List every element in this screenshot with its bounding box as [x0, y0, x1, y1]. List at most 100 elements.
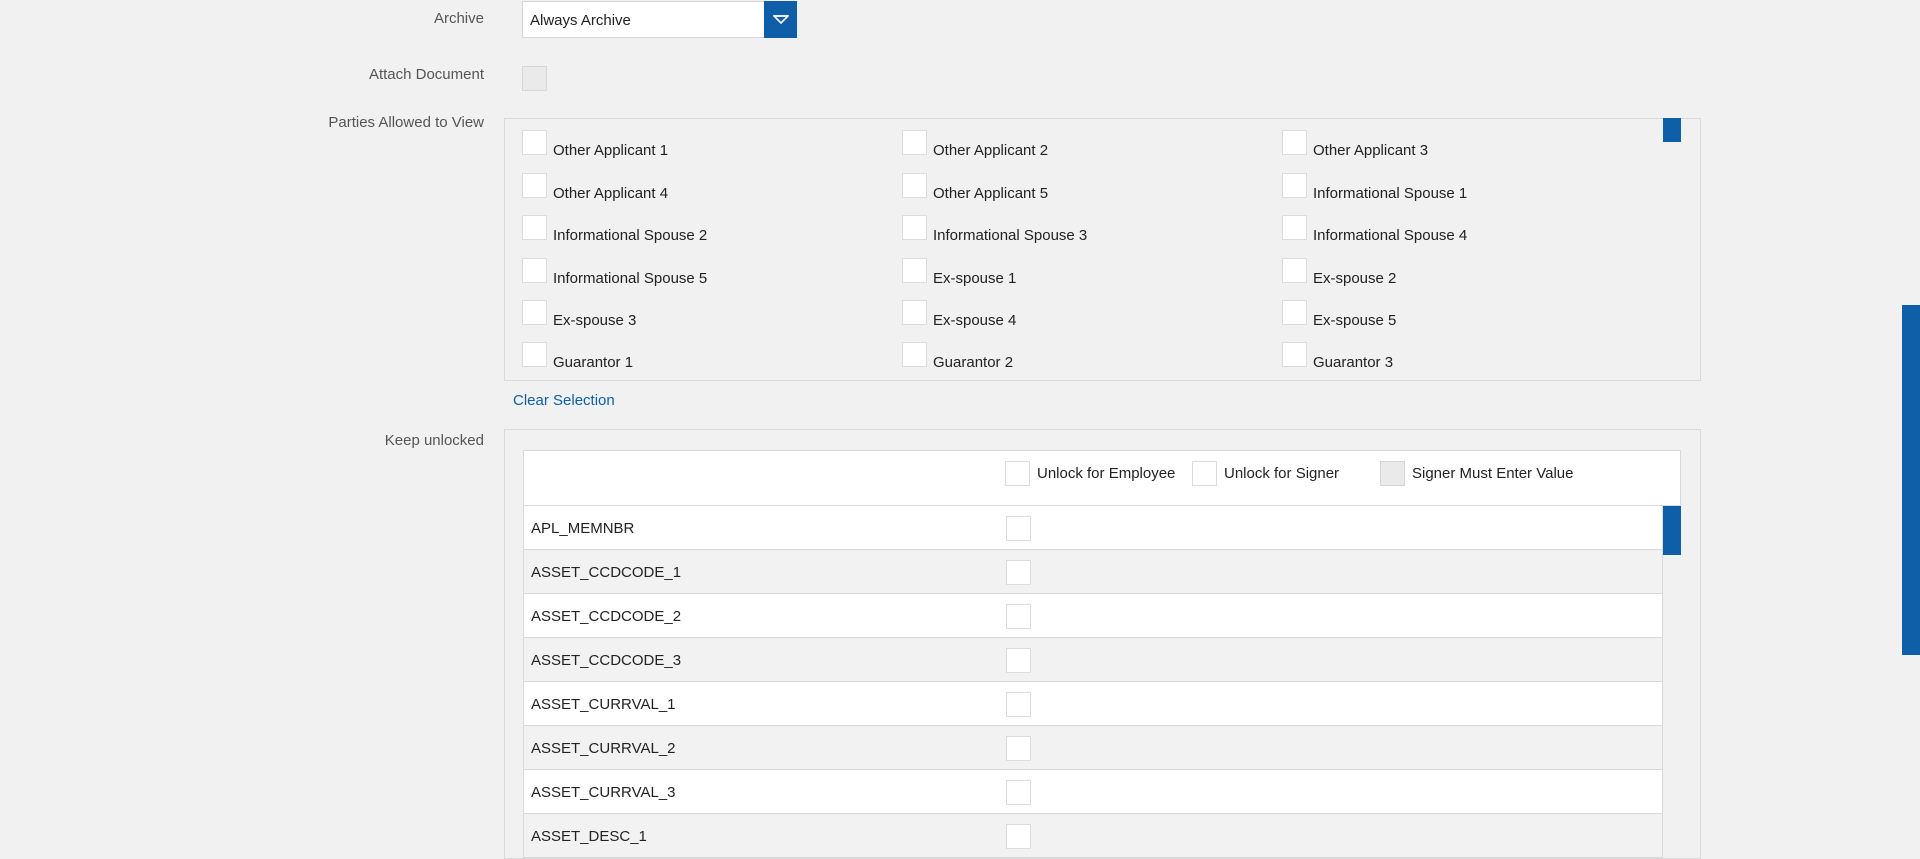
party-option[interactable]: Guarantor 2 [902, 341, 1014, 371]
party-checkbox[interactable] [1282, 300, 1307, 325]
party-label: Other Applicant 2 [933, 142, 1049, 159]
party-option[interactable]: Other Applicant 3 [1282, 129, 1429, 159]
party-label: Other Applicant 5 [933, 185, 1049, 202]
party-label: Informational Spouse 2 [553, 227, 708, 244]
field-name: ASSET_DESC_1 [531, 828, 647, 845]
table-row: ASSET_CCDCODE_1 [523, 550, 1663, 594]
party-checkbox[interactable] [902, 300, 927, 325]
keep-unlocked-header: Unlock for Employee Unlock for Signer Si… [523, 450, 1681, 506]
party-checkbox[interactable] [1282, 342, 1307, 367]
party-option[interactable]: Informational Spouse 2 [522, 214, 708, 244]
unlock-employee-row-checkbox[interactable] [1006, 516, 1031, 541]
party-label: Other Applicant 1 [553, 142, 669, 159]
archive-label: Archive [433, 10, 484, 27]
party-checkbox[interactable] [1282, 130, 1307, 155]
page-scrollbar-thumb[interactable] [1902, 305, 1920, 655]
party-option[interactable]: Ex-spouse 3 [522, 299, 637, 329]
party-option[interactable]: Other Applicant 5 [902, 172, 1049, 202]
keep-unlocked-label: Keep unlocked [384, 432, 484, 449]
field-name: ASSET_CURRVAL_2 [531, 740, 676, 757]
party-checkbox[interactable] [1282, 215, 1307, 240]
party-label: Ex-spouse 1 [933, 270, 1017, 287]
archive-select[interactable]: Always Archive [522, 1, 797, 38]
party-label: Ex-spouse 2 [1313, 270, 1397, 287]
signer-must-enter-label: Signer Must Enter Value [1412, 465, 1574, 482]
unlock-employee-row-checkbox[interactable] [1006, 824, 1031, 849]
table-row: ASSET_CCDCODE_2 [523, 594, 1663, 638]
unlock-employee-row-checkbox[interactable] [1006, 780, 1031, 805]
party-option[interactable]: Other Applicant 4 [522, 172, 669, 202]
archive-selected-value: Always Archive [530, 12, 631, 29]
parties-scrollbar-thumb[interactable] [1663, 118, 1681, 142]
party-checkbox[interactable] [522, 215, 547, 240]
party-checkbox[interactable] [522, 300, 547, 325]
table-row: ASSET_CURRVAL_2 [523, 726, 1663, 770]
party-checkbox[interactable] [522, 258, 547, 283]
field-name: ASSET_CURRVAL_1 [531, 696, 676, 713]
party-option[interactable]: Informational Spouse 5 [522, 257, 708, 287]
party-option[interactable]: Ex-spouse 1 [902, 257, 1017, 287]
party-option[interactable]: Ex-spouse 2 [1282, 257, 1397, 287]
field-name: ASSET_CCDCODE_3 [531, 652, 682, 669]
party-option[interactable]: Ex-spouse 5 [1282, 299, 1397, 329]
unlock-employee-checkbox[interactable] [1005, 461, 1030, 486]
party-checkbox[interactable] [1282, 258, 1307, 283]
party-label: Informational Spouse 3 [933, 227, 1088, 244]
unlock-signer-option[interactable]: Unlock for Signer [1192, 461, 1339, 486]
field-name: ASSET_CCDCODE_1 [531, 564, 682, 581]
party-option[interactable]: Other Applicant 1 [522, 129, 669, 159]
party-checkbox[interactable] [902, 215, 927, 240]
party-option[interactable]: Guarantor 3 [1282, 341, 1394, 371]
party-checkbox[interactable] [522, 130, 547, 155]
parties-label: Parties Allowed to View [328, 114, 484, 131]
party-label: Informational Spouse 5 [553, 270, 708, 287]
unlock-employee-row-checkbox[interactable] [1006, 692, 1031, 717]
unlock-employee-row-checkbox[interactable] [1006, 560, 1031, 585]
party-checkbox[interactable] [902, 258, 927, 283]
party-label: Other Applicant 4 [553, 185, 669, 202]
party-option[interactable]: Informational Spouse 3 [902, 214, 1088, 244]
party-checkbox[interactable] [902, 173, 927, 198]
party-label: Other Applicant 3 [1313, 142, 1429, 159]
signer-must-enter-option[interactable]: Signer Must Enter Value [1380, 461, 1573, 486]
party-label: Informational Spouse 4 [1313, 227, 1468, 244]
unlock-employee-row-checkbox[interactable] [1006, 736, 1031, 761]
table-row: ASSET_CCDCODE_3 [523, 638, 1663, 682]
party-label: Guarantor 1 [553, 354, 634, 371]
parties-panel [504, 118, 1701, 381]
party-option[interactable]: Other Applicant 2 [902, 129, 1049, 159]
unlock-signer-label: Unlock for Signer [1224, 465, 1340, 482]
table-row: ASSET_DESC_1 [523, 814, 1663, 858]
clear-selection-link[interactable]: Clear Selection [513, 392, 615, 409]
unlock-employee-label: Unlock for Employee [1037, 465, 1176, 482]
party-option[interactable]: Informational Spouse 4 [1282, 214, 1468, 244]
field-name: ASSET_CURRVAL_3 [531, 784, 676, 801]
party-label: Guarantor 2 [933, 354, 1014, 371]
table-scrollbar-thumb[interactable] [1663, 506, 1681, 555]
archive-dropdown-button[interactable] [764, 1, 797, 38]
attach-document-label: Attach Document [368, 66, 484, 83]
signer-must-enter-checkbox[interactable] [1380, 461, 1405, 486]
party-checkbox[interactable] [902, 342, 927, 367]
field-name: ASSET_CCDCODE_2 [531, 608, 682, 625]
party-label: Ex-spouse 5 [1313, 312, 1397, 329]
unlock-signer-checkbox[interactable] [1192, 461, 1217, 486]
party-option[interactable]: Guarantor 1 [522, 341, 634, 371]
unlock-employee-row-checkbox[interactable] [1006, 604, 1031, 629]
party-checkbox[interactable] [1282, 173, 1307, 198]
party-label: Guarantor 3 [1313, 354, 1394, 371]
party-checkbox[interactable] [522, 173, 547, 198]
table-row: ASSET_CURRVAL_1 [523, 682, 1663, 726]
party-checkbox[interactable] [902, 130, 927, 155]
keep-unlocked-rows: APL_MEMNBR ASSET_CCDCODE_1 ASSET_CCDCODE_2… [523, 506, 1663, 858]
party-option[interactable]: Informational Spouse 1 [1282, 172, 1468, 202]
unlock-employee-option[interactable]: Unlock for Employee [1005, 461, 1175, 486]
party-label: Informational Spouse 1 [1313, 185, 1468, 202]
party-checkbox[interactable] [522, 342, 547, 367]
field-name: APL_MEMNBR [531, 520, 635, 537]
unlock-employee-row-checkbox[interactable] [1006, 648, 1031, 673]
party-label: Ex-spouse 3 [553, 312, 637, 329]
party-option[interactable]: Ex-spouse 4 [902, 299, 1017, 329]
party-label: Ex-spouse 4 [933, 312, 1017, 329]
attach-document-checkbox[interactable] [522, 66, 547, 91]
